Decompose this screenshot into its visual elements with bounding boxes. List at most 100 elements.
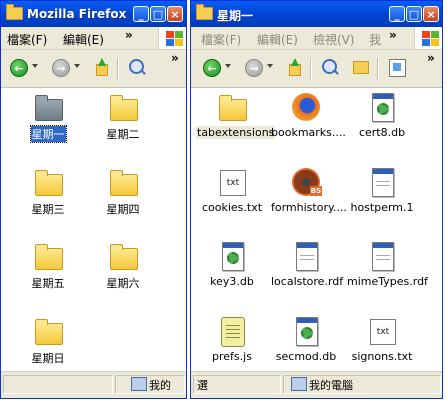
minimize-button[interactable]: _ xyxy=(133,6,149,22)
folders-icon[interactable] xyxy=(353,61,369,74)
toolbar-separator xyxy=(310,58,312,80)
title-bar[interactable]: 星期一 _ □ × xyxy=(191,1,442,27)
menu-edit[interactable]: 編輯(E) xyxy=(257,31,298,48)
file-view[interactable]: tabextensions bookmarks.... cert8.db txt… xyxy=(191,88,442,372)
file-item[interactable]: hostperm.1 xyxy=(346,166,418,214)
menu-file[interactable]: 檔案(F) xyxy=(7,31,47,48)
maximize-button[interactable]: □ xyxy=(150,6,166,22)
menu-view[interactable]: 檢視(V) xyxy=(313,31,355,48)
menu-file[interactable]: 檔案(F) xyxy=(201,31,241,48)
folder-icon xyxy=(35,244,63,270)
file-item[interactable]: cert8.db xyxy=(346,91,418,139)
back-dropdown-icon[interactable] xyxy=(225,64,231,68)
window-file-icon xyxy=(372,242,394,271)
close-button[interactable]: × xyxy=(167,6,183,22)
file-item[interactable]: prefs.js xyxy=(196,315,268,363)
item-label: 星期一 xyxy=(29,125,67,143)
file-item[interactable]: BS formhistory.... xyxy=(270,166,347,214)
toolbar-chevron-icon[interactable]: » xyxy=(427,51,435,65)
menu-edit[interactable]: 編輯(E) xyxy=(63,31,104,48)
up-folder-icon[interactable] xyxy=(94,58,108,76)
item-label: cert8.db xyxy=(358,126,406,139)
folder-item[interactable]: 星期四 xyxy=(87,166,159,217)
minimize-button[interactable]: _ xyxy=(389,6,405,22)
folder-icon xyxy=(110,244,138,270)
folder-item[interactable]: 星期三 xyxy=(12,166,84,217)
file-item[interactable]: key3.db xyxy=(196,240,268,288)
back-icon[interactable]: ← xyxy=(10,59,28,77)
folder-item[interactable]: 星期二 xyxy=(87,91,159,142)
window-title: 星期一 xyxy=(217,9,254,23)
file-item[interactable]: txt signons.txt xyxy=(346,315,418,363)
item-label: bookmarks.... xyxy=(271,126,346,139)
text-file-icon: txt xyxy=(370,319,396,345)
computer-icon xyxy=(291,377,307,391)
item-label: tabextensions xyxy=(196,126,276,139)
folder-item[interactable]: 星期六 xyxy=(87,240,159,291)
search-icon[interactable] xyxy=(129,59,144,74)
item-label: 星期五 xyxy=(31,277,65,290)
file-item[interactable]: bookmarks.... xyxy=(270,91,346,139)
item-label: prefs.js xyxy=(212,350,252,363)
folder-icon xyxy=(6,4,23,20)
folder-icon xyxy=(219,95,247,121)
status-text: 我的電腦 xyxy=(309,379,353,392)
folder-item[interactable]: 星期五 xyxy=(12,240,84,291)
folder-item[interactable]: 星期一 xyxy=(12,91,84,143)
folder-icon xyxy=(196,4,213,20)
forward-icon[interactable]: → xyxy=(52,59,70,77)
item-label: secmod.db xyxy=(275,350,337,363)
back-icon[interactable]: ← xyxy=(203,59,221,77)
folder-icon xyxy=(35,170,63,196)
file-item[interactable]: localstore.rdf xyxy=(270,240,344,288)
folder-item[interactable]: 星期日 xyxy=(12,315,84,366)
folder-icon xyxy=(110,170,138,196)
item-label: mimeTypes.rdf xyxy=(347,275,428,288)
toolbar-separator xyxy=(117,58,119,80)
forward-dropdown-icon[interactable] xyxy=(267,64,273,68)
window-file-icon xyxy=(296,242,318,271)
windows-logo-icon xyxy=(414,27,442,49)
text-file-icon: txt xyxy=(220,170,246,196)
folder-item[interactable]: tabextensions xyxy=(196,91,276,139)
maximize-button[interactable]: □ xyxy=(406,6,422,22)
window-title: Mozilla Firefox xyxy=(27,7,127,21)
toolbar-separator xyxy=(377,58,379,80)
window-file-icon xyxy=(372,168,394,197)
folder-icon xyxy=(35,319,63,345)
status-text: 我的 xyxy=(149,379,171,392)
folder-icon xyxy=(110,95,138,121)
file-item[interactable]: mimeTypes.rdf xyxy=(346,240,428,288)
status-bar: 選 我的電腦 xyxy=(191,371,442,398)
file-item[interactable]: secmod.db xyxy=(270,315,342,363)
back-dropdown-icon[interactable] xyxy=(32,64,38,68)
right-explorer-window: 星期一 _ □ × 檔案(F) 編輯(E) 檢視(V) 我 » ← → » ta… xyxy=(190,0,443,399)
item-label: 星期日 xyxy=(31,352,65,365)
computer-icon xyxy=(131,377,147,391)
item-label: 星期六 xyxy=(106,277,140,290)
up-folder-icon[interactable] xyxy=(287,58,301,76)
item-label: signons.txt xyxy=(351,350,413,363)
item-label: formhistory.... xyxy=(271,201,347,214)
title-bar[interactable]: Mozilla Firefox _ □ × xyxy=(1,1,186,27)
firefox-document-icon xyxy=(292,93,320,121)
item-label: localstore.rdf xyxy=(271,275,344,288)
status-left-text: 選 xyxy=(197,379,208,392)
chevron-icon[interactable]: » xyxy=(125,28,133,42)
views-icon[interactable] xyxy=(389,59,406,77)
formhistory-file-icon: BS xyxy=(292,168,322,196)
forward-dropdown-icon[interactable] xyxy=(74,64,80,68)
file-view[interactable]: 星期一 星期二 星期三 星期四 星期五 星期六 星期日 xyxy=(1,88,186,372)
item-label: 星期三 xyxy=(31,203,65,216)
menu-more[interactable]: 我 xyxy=(369,31,381,48)
search-icon[interactable] xyxy=(322,59,337,74)
menu-bar: 檔案(F) 編輯(E) 檢視(V) 我 » xyxy=(191,27,442,50)
forward-icon[interactable]: → xyxy=(245,59,263,77)
item-label: 星期四 xyxy=(106,203,140,216)
toolbar-chevron-icon[interactable]: » xyxy=(171,51,179,65)
file-item[interactable]: txt cookies.txt xyxy=(196,166,268,214)
item-label: 星期二 xyxy=(106,128,140,141)
close-button[interactable]: × xyxy=(423,6,439,22)
chevron-icon[interactable]: » xyxy=(389,28,397,42)
left-explorer-window: Mozilla Firefox _ □ × 檔案(F) 編輯(E) » ← → … xyxy=(0,0,187,399)
